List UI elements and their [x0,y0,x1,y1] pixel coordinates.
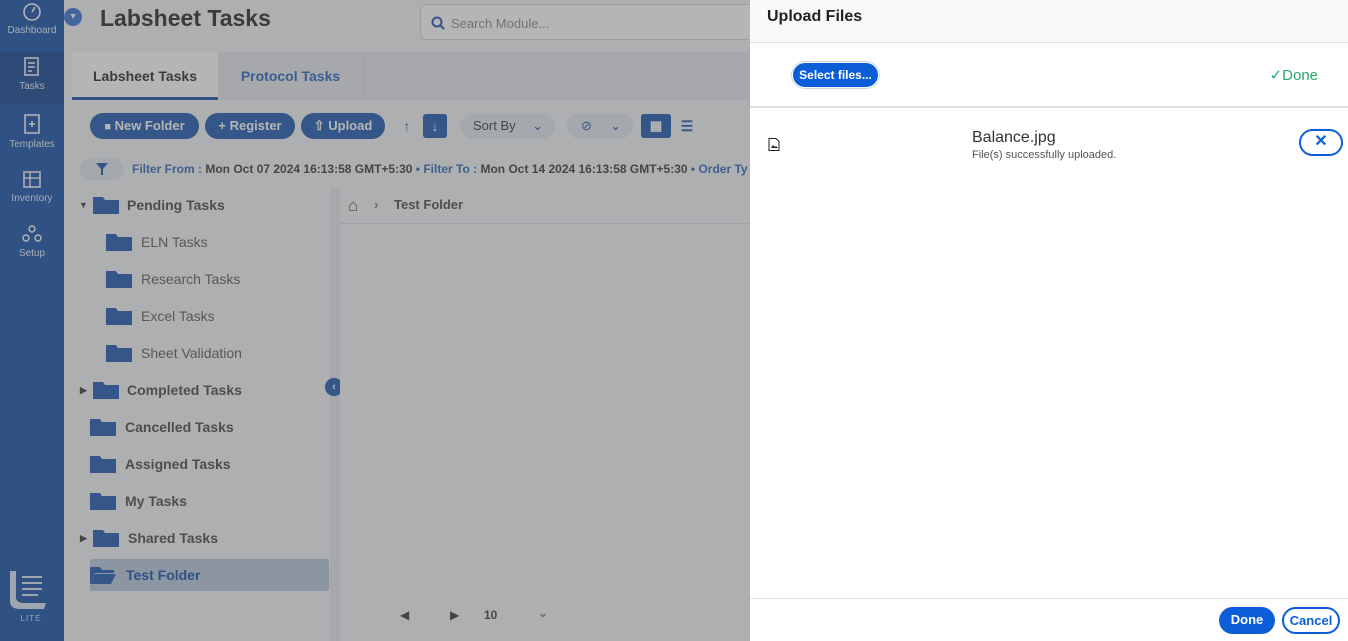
select-files-button[interactable]: Select files... [792,62,879,88]
check-icon: ✓ [1269,67,1283,84]
file-name: Balance.jpg [972,129,1056,146]
modal-backdrop[interactable] [0,0,750,641]
upload-done-status: ✓Done [1270,66,1318,84]
file-status: File(s) successfully uploaded. [972,149,1117,161]
cancel-button[interactable]: Cancel [1282,607,1340,634]
close-icon: ✕ [1314,133,1328,150]
app-root: Dashboard Tasks Templates Inventory Setu… [0,0,1348,641]
panel-footer: Done Cancel [750,598,1348,641]
done-button[interactable]: Done [1219,607,1275,634]
remove-file-button[interactable]: ✕ [1299,129,1343,156]
panel-header: Upload Files [750,0,1348,43]
image-file-icon [768,138,780,151]
divider [750,106,1348,108]
upload-files-panel: Upload Files Select files... ✓Done Balan… [750,0,1348,641]
done-status-label: Done [1282,67,1318,84]
panel-title: Upload Files [767,8,863,25]
